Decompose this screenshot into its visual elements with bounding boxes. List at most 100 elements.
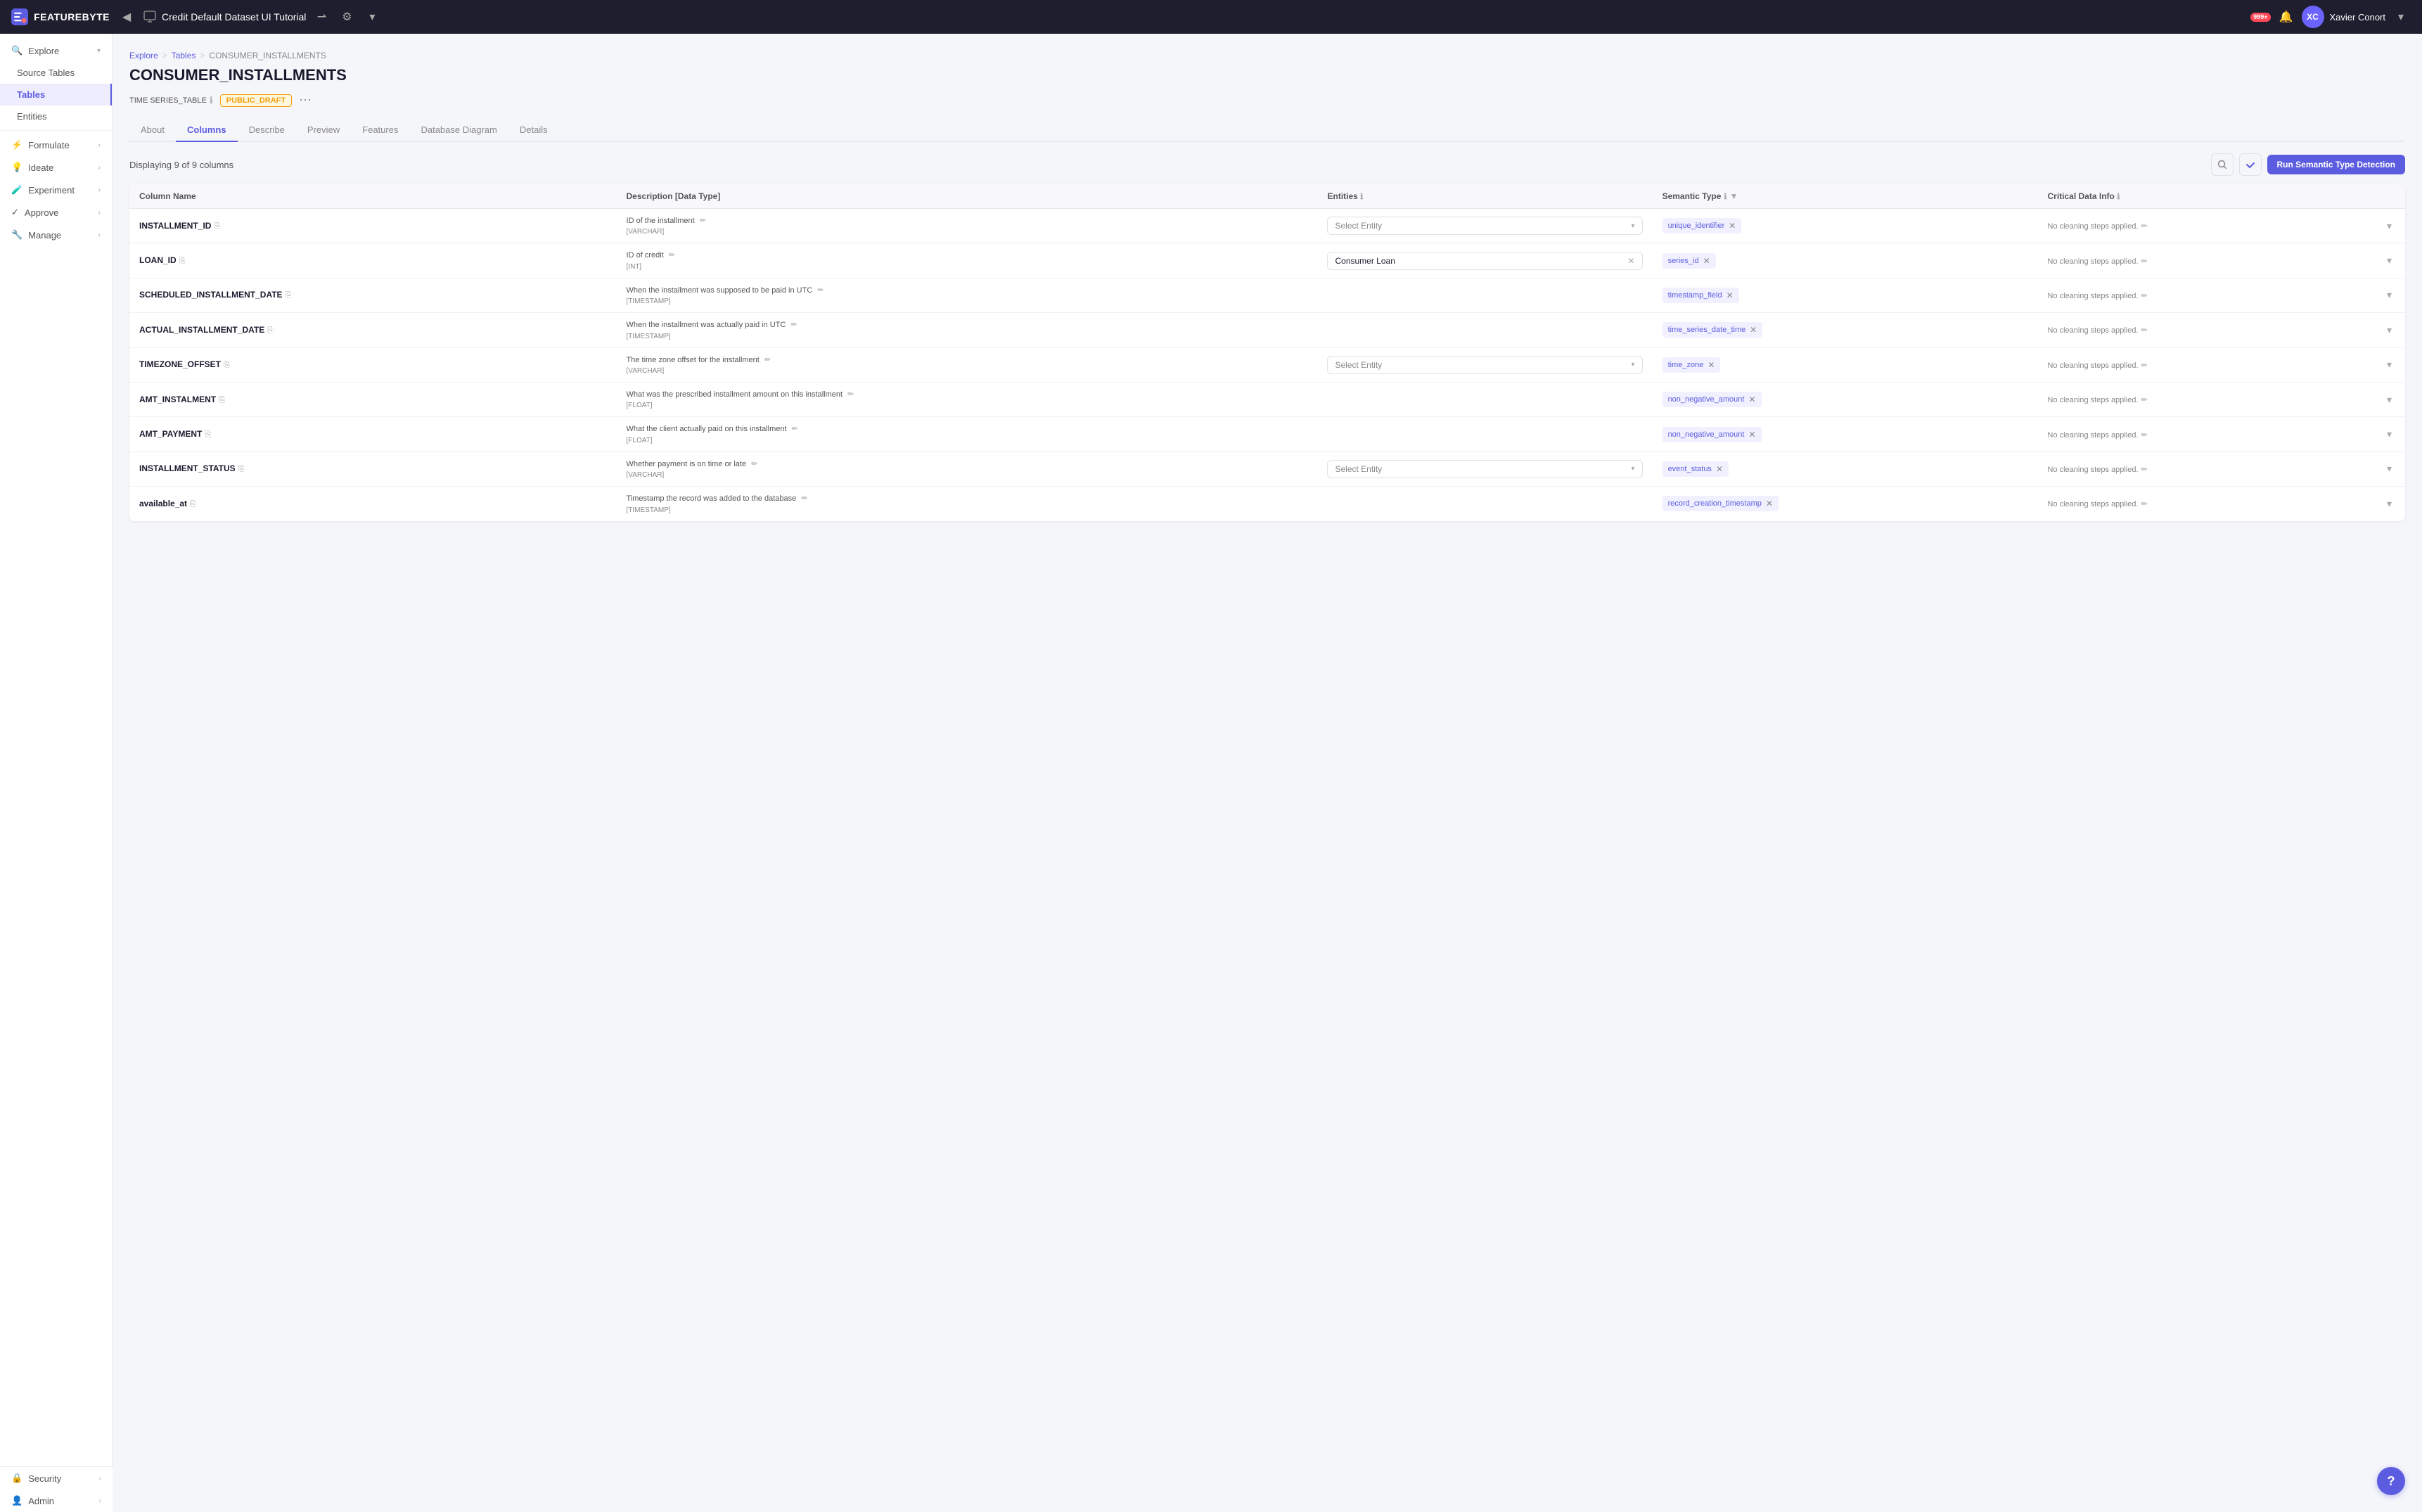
critical-data-info-icon[interactable]: ℹ	[2117, 193, 2120, 201]
sidebar-item-entities[interactable]: Entities	[0, 105, 112, 127]
edit-critical-info-button[interactable]: ✏	[2141, 257, 2148, 266]
edit-critical-info-button[interactable]: ✏	[2141, 395, 2148, 404]
expand-row-button[interactable]: ▾	[2387, 428, 2392, 440]
semantic-type-info-icon[interactable]: ℹ	[1724, 192, 1726, 201]
copy-column-name-button[interactable]: ⎘	[267, 326, 274, 335]
edit-description-button[interactable]: ✏	[751, 459, 757, 468]
copy-column-name-button[interactable]: ⎘	[214, 222, 220, 231]
sidebar-collapse-button[interactable]: ◀	[118, 8, 135, 25]
sidebar-item-tables[interactable]: Tables	[0, 84, 112, 105]
sidebar-item-security[interactable]: 🔒 Security ›	[0, 1467, 113, 1489]
top-navigation: FEATUREBYTE ◀ Credit Default Dataset UI …	[0, 0, 2422, 34]
expand-row-button[interactable]: ▾	[2387, 463, 2392, 475]
sidebar-item-source-tables[interactable]: Source Tables	[0, 62, 112, 84]
edit-critical-info-button[interactable]: ✏	[2141, 291, 2148, 300]
copy-column-name-button[interactable]: ⎘	[205, 430, 211, 440]
edit-description-button[interactable]: ✏	[847, 390, 854, 399]
copy-column-name-button[interactable]: ⎘	[190, 500, 196, 509]
copy-column-name-button[interactable]: ⎘	[179, 257, 186, 266]
copy-column-name-button[interactable]: ⎘	[224, 361, 230, 370]
semantic-type-filter-icon[interactable]: ▼	[1730, 191, 1738, 201]
share-button[interactable]: ⇀	[312, 7, 331, 27]
copy-column-name-button[interactable]: ⎘	[219, 396, 225, 405]
edit-critical-info-button[interactable]: ✏	[2141, 361, 2148, 370]
col-critical-cell-4: No cleaning steps applied.✏	[2038, 347, 2378, 382]
formulate-icon: ⚡	[11, 139, 23, 150]
tab-features[interactable]: Features	[351, 119, 409, 142]
sidebar-item-manage[interactable]: 🔧 Manage ›	[0, 224, 112, 246]
check-button[interactable]	[2239, 153, 2262, 176]
tab-database-diagram[interactable]: Database Diagram	[409, 119, 508, 142]
notification-button[interactable]: 🔔	[2276, 7, 2296, 27]
sidebar-item-formulate[interactable]: ⚡ Formulate ›	[0, 134, 112, 156]
sidebar-item-admin[interactable]: 👤 Admin ›	[0, 1489, 113, 1512]
entity-select-1[interactable]: Consumer Loan✕	[1327, 252, 1642, 270]
clear-entity-button[interactable]: ✕	[1628, 256, 1635, 266]
sidebar-item-ideate[interactable]: 💡 Ideate ›	[0, 156, 112, 179]
remove-semantic-type-button[interactable]: ✕	[1726, 290, 1734, 300]
edit-description-button[interactable]: ✏	[801, 494, 807, 503]
remove-semantic-type-button[interactable]: ✕	[1748, 430, 1755, 440]
tab-preview[interactable]: Preview	[296, 119, 351, 142]
entity-select-0[interactable]: Select Entity▾	[1327, 217, 1642, 235]
run-semantic-type-detection-button[interactable]: Run Semantic Type Detection	[2267, 155, 2405, 174]
manage-chevron-icon: ›	[98, 231, 101, 239]
edit-critical-info-button[interactable]: ✏	[2141, 499, 2148, 508]
expand-row-button[interactable]: ▾	[2387, 324, 2392, 336]
expand-row-button[interactable]: ▾	[2387, 289, 2392, 301]
remove-semantic-type-button[interactable]: ✕	[1748, 395, 1755, 404]
remove-semantic-type-button[interactable]: ✕	[1716, 464, 1723, 474]
edit-description-button[interactable]: ✏	[790, 320, 797, 329]
tab-describe[interactable]: Describe	[238, 119, 296, 142]
column-name-label: INSTALLMENT_ID	[139, 221, 211, 231]
sidebar-item-experiment[interactable]: 🧪 Experiment ›	[0, 179, 112, 201]
critical-info-text: No cleaning steps applied.	[2048, 257, 2139, 266]
sidebar-item-approve[interactable]: ✓ Approve ›	[0, 201, 112, 224]
column-name-label: ACTUAL_INSTALLMENT_DATE	[139, 325, 264, 335]
edit-description-button[interactable]: ✏	[817, 286, 824, 295]
remove-semantic-type-button[interactable]: ✕	[1729, 221, 1736, 231]
edit-description-button[interactable]: ✏	[764, 355, 771, 364]
expand-row-button[interactable]: ▾	[2387, 220, 2392, 232]
edit-description-button[interactable]: ✏	[792, 424, 798, 433]
copy-column-name-button[interactable]: ⎘	[238, 465, 245, 474]
column-data-type: [VARCHAR]	[627, 367, 1308, 375]
tab-columns[interactable]: Columns	[176, 119, 238, 142]
user-chevron-button[interactable]: ▾	[2391, 7, 2411, 27]
select-chevron-icon: ▾	[1632, 465, 1635, 473]
remove-semantic-type-button[interactable]: ✕	[1703, 256, 1710, 266]
nav-chevron-button[interactable]: ▾	[362, 7, 382, 27]
remove-semantic-type-button[interactable]: ✕	[1750, 325, 1757, 335]
entities-info-icon[interactable]: ℹ	[1360, 193, 1363, 201]
explore-icon: 🔍	[11, 45, 23, 56]
copy-column-name-button[interactable]: ⎘	[286, 291, 292, 300]
breadcrumb-tables[interactable]: Tables	[172, 51, 196, 60]
expand-row-button[interactable]: ▾	[2387, 394, 2392, 406]
remove-semantic-type-button[interactable]: ✕	[1707, 360, 1715, 370]
edit-critical-info-button[interactable]: ✏	[2141, 326, 2148, 335]
more-options-button[interactable]: ⋯	[299, 93, 312, 108]
settings-button[interactable]: ⚙	[337, 7, 357, 27]
edit-critical-info-button[interactable]: ✏	[2141, 430, 2148, 440]
help-button[interactable]: ?	[2377, 1467, 2405, 1495]
breadcrumb-explore[interactable]: Explore	[129, 51, 158, 60]
tab-about[interactable]: About	[129, 119, 176, 142]
col-expand-cell-4: ▾	[2377, 347, 2405, 382]
col-entity-cell-6	[1317, 417, 1652, 451]
entity-select-7[interactable]: Select Entity▾	[1327, 460, 1642, 478]
edit-description-button[interactable]: ✏	[700, 216, 706, 225]
edit-critical-info-button[interactable]: ✏	[2141, 222, 2148, 231]
edit-description-button[interactable]: ✏	[669, 250, 675, 260]
remove-semantic-type-button[interactable]: ✕	[1766, 499, 1773, 508]
expand-row-button[interactable]: ▾	[2387, 255, 2392, 267]
entity-select-4[interactable]: Select Entity▾	[1327, 356, 1642, 374]
tab-details[interactable]: Details	[508, 119, 559, 142]
edit-critical-info-button[interactable]: ✏	[2141, 465, 2148, 474]
col-semantic-cell-0: unique_identifier✕	[1653, 209, 2038, 243]
sidebar-item-explore[interactable]: 🔍 Explore ▾	[0, 39, 112, 62]
expand-row-button[interactable]: ▾	[2387, 498, 2392, 510]
table-row: AMT_INSTALMENT⎘What was the prescribed i…	[129, 382, 2405, 416]
table-type-info-icon[interactable]: ℹ	[210, 95, 213, 106]
expand-row-button[interactable]: ▾	[2387, 359, 2392, 371]
search-button[interactable]	[2211, 153, 2234, 176]
